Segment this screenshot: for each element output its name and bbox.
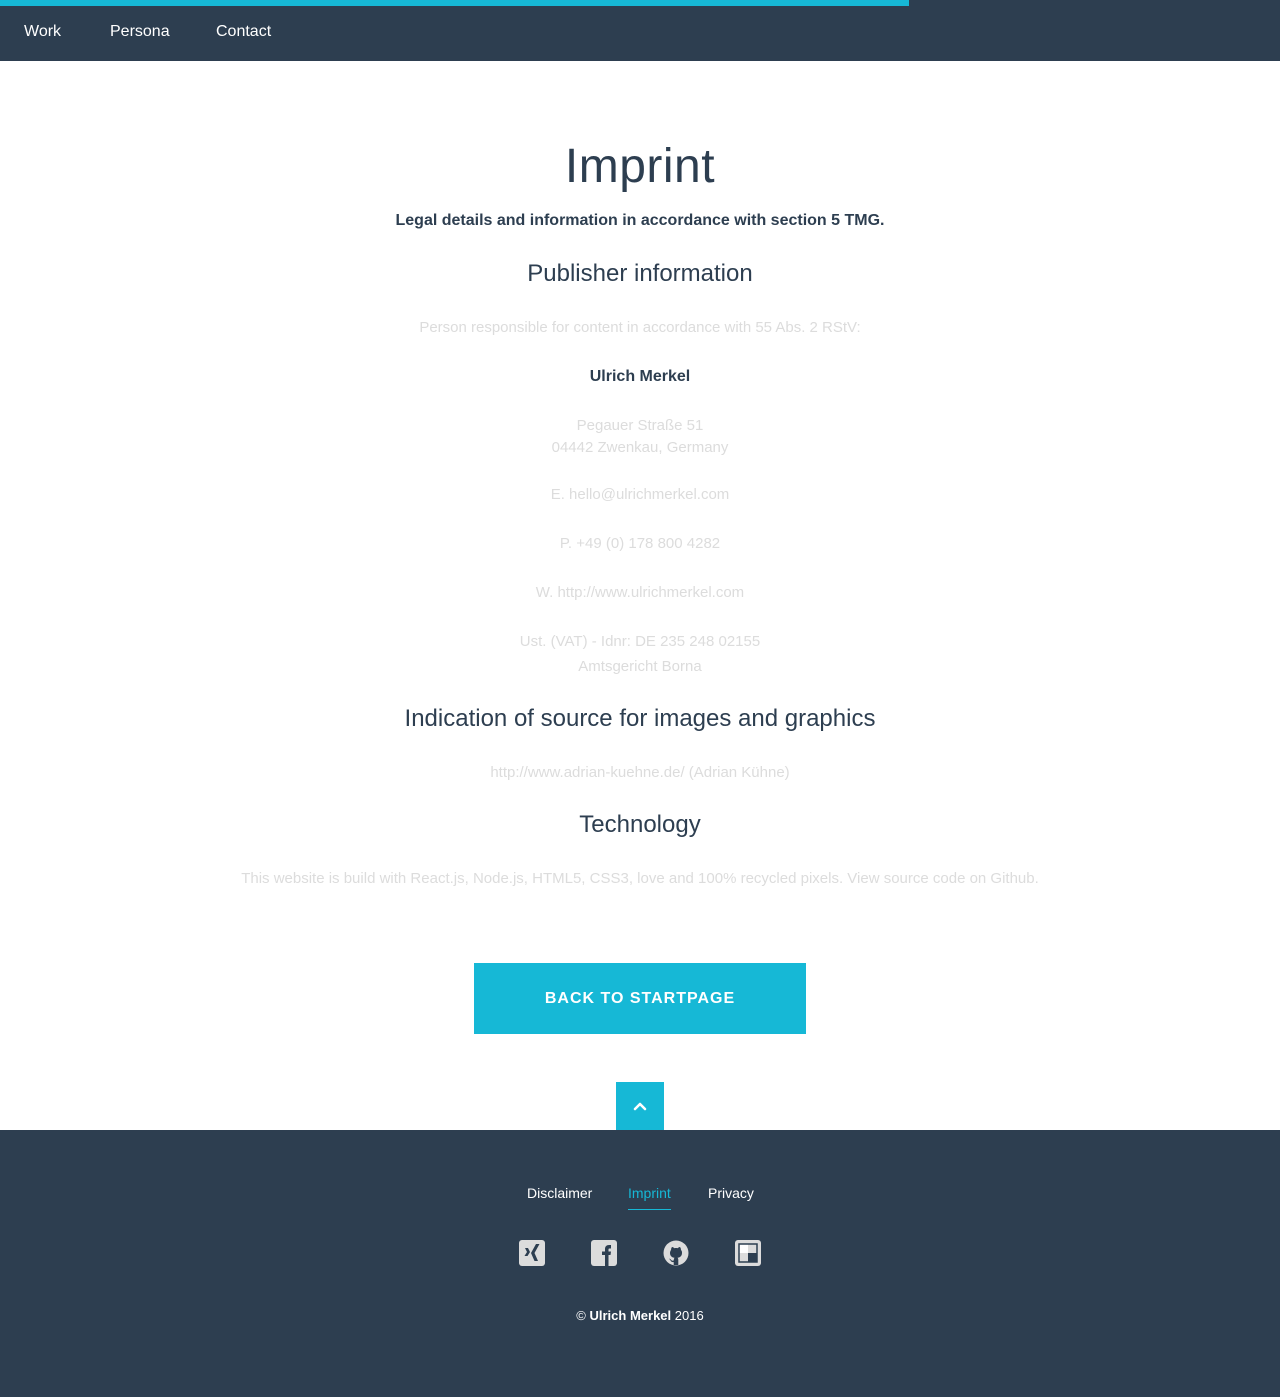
nav-item-work[interactable]: Work: [24, 23, 61, 41]
facebook-link[interactable]: [591, 1240, 617, 1266]
scroll-to-top-button[interactable]: [616, 1082, 664, 1130]
github-icon: [663, 1240, 689, 1266]
copyright-year: 2016: [674, 1308, 704, 1323]
delicious-icon: [735, 1240, 761, 1266]
vat-id: Ust. (VAT) - Idnr: DE 235 248 02155: [519, 633, 761, 650]
top-navigation-bar: Work Persona Contact: [0, 0, 1280, 61]
phone-link[interactable]: P. +49 (0) 178 800 4282: [0, 535, 1280, 552]
website-link[interactable]: W. http://www.ulrichmerkel.com: [0, 584, 1280, 601]
nav-item-contact[interactable]: Contact: [216, 23, 271, 41]
sources-link[interactable]: http://www.adrian-kuehne.de/ (Adrian Küh…: [0, 764, 1280, 781]
github-link[interactable]: [663, 1240, 689, 1266]
site-footer: Disclaimer Imprint Privacy © Ulrich Merk…: [0, 1130, 1280, 1397]
footer-link-imprint[interactable]: Imprint: [628, 1185, 671, 1210]
publisher-name: Ulrich Merkel: [589, 368, 691, 385]
court-name: Amtsgericht Borna: [578, 658, 702, 675]
page-lead: Legal details and information in accorda…: [395, 212, 885, 229]
delicious-link[interactable]: [735, 1240, 761, 1266]
copyright-name: Ulrich Merkel: [589, 1308, 672, 1323]
copyright: © Ulrich Merkel 2016: [0, 1308, 1280, 1323]
copyright-symbol: ©: [576, 1308, 586, 1323]
responsible-text: Person responsible for content in accord…: [419, 319, 861, 336]
technology-text: This website is build with React.js, Nod…: [241, 870, 1039, 887]
page-title: Imprint: [564, 140, 716, 193]
publisher-heading: Publisher information: [527, 260, 753, 287]
address-street: Pegauer Straße 51: [576, 417, 704, 434]
chevron-up-icon: [633, 1102, 647, 1111]
footer-link-privacy[interactable]: Privacy: [708, 1185, 754, 1201]
facebook-icon: [591, 1240, 617, 1266]
footer-link-disclaimer[interactable]: Disclaimer: [527, 1185, 592, 1201]
email-link[interactable]: E. hello@ulrichmerkel.com: [0, 486, 1280, 503]
back-to-startpage-button[interactable]: BACK TO STARTPAGE: [474, 963, 806, 1034]
xing-icon: [519, 1240, 545, 1266]
xing-link[interactable]: [519, 1240, 545, 1266]
technology-heading: Technology: [579, 811, 701, 838]
nav-item-persona[interactable]: Persona: [110, 23, 170, 41]
reading-progress-bar: [0, 0, 909, 6]
address-city: 04442 Zwenkau, Germany: [551, 439, 729, 456]
sources-heading: Indication of source for images and grap…: [404, 705, 876, 732]
